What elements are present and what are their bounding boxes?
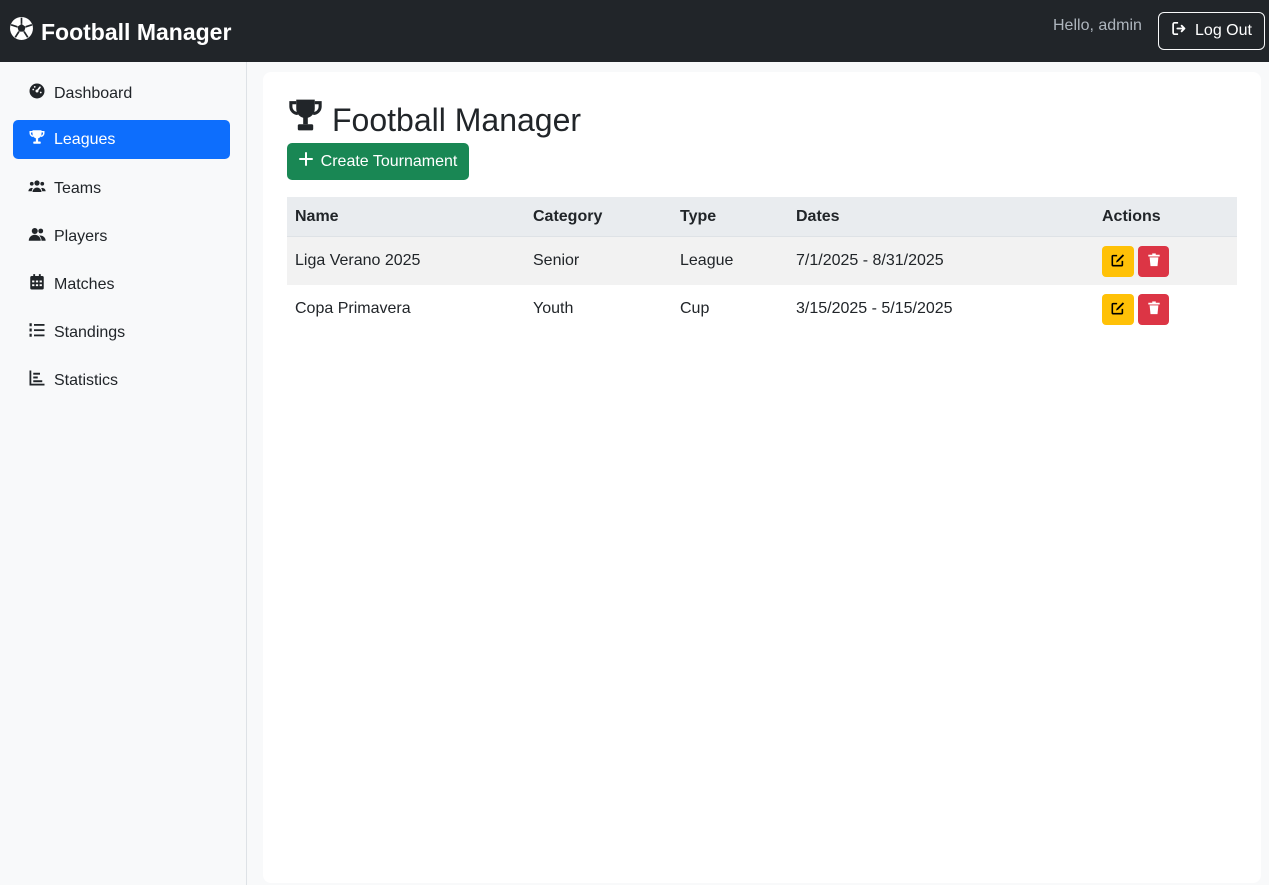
brand[interactable]: Football Manager [9,16,231,48]
top-navbar: Football Manager Hello, admin Log Out [0,0,1269,62]
header-dates: Dates [796,207,840,225]
sidebar-item-statistics[interactable]: Statistics [13,361,230,400]
trophy-icon [28,128,46,151]
edit-button[interactable] [1102,293,1134,325]
sidebar-item-matches[interactable]: Matches [13,265,230,304]
sidebar-item-players[interactable]: Players [13,217,230,256]
cell-actions [1102,237,1169,285]
create-tournament-button[interactable]: Create Tournament [287,143,469,180]
header-actions: Actions [1102,207,1161,225]
sidebar-item-label: Statistics [54,371,119,389]
cell-actions [1102,285,1169,333]
sidebar-item-label: Players [54,227,108,245]
soccer-ball-icon [9,16,34,48]
list-ol-icon [28,321,46,344]
cell-name: Copa Primavera [295,300,411,317]
logout-button[interactable]: Log Out [1158,12,1265,50]
cell-category: Youth [533,300,574,317]
sidebar-item-label: Dashboard [54,84,133,102]
calendar-icon [28,273,46,296]
sidebar-item-standings[interactable]: Standings [13,313,230,352]
header-type: Type [680,207,717,225]
table-header: Name Category Type Dates Actions [287,197,1237,237]
brand-label: Football Manager [41,19,232,45]
sidebar-item-label: Matches [54,275,115,293]
table-row: Liga Verano 2025 Senior League 7/1/2025 … [287,237,1237,285]
header-category: Category [533,207,603,225]
create-tournament-label: Create Tournament [320,152,458,170]
delete-button[interactable] [1138,293,1169,325]
cell-type: Cup [680,300,710,317]
sidebar-item-dashboard[interactable]: Dashboard [13,74,230,113]
sign-out-icon [1171,20,1188,42]
page-title-text: Football Manager [332,101,582,138]
table-row: Copa Primavera Youth Cup 3/15/2025 - 5/1… [287,285,1237,333]
edit-icon [1111,253,1125,270]
trash-icon [1147,252,1161,270]
plus-icon [298,152,313,171]
user-group-icon [28,225,46,248]
cell-dates: 3/15/2025 - 5/15/2025 [796,300,953,317]
edit-icon [1111,301,1125,318]
cell-dates: 7/1/2025 - 8/31/2025 [796,252,944,269]
edit-button[interactable] [1102,245,1134,277]
sidebar-item-teams[interactable]: Teams [13,169,230,208]
main-card [263,72,1261,883]
sidebar: Dashboard Leagues Teams Players Matches … [0,62,247,885]
cell-name: Liga Verano 2025 [295,252,421,269]
users-icon [28,177,46,200]
header-name: Name [295,207,339,225]
trophy-icon [287,98,324,141]
sidebar-item-label: Leagues [54,130,116,148]
cell-type: League [680,252,734,269]
sidebar-item-leagues[interactable]: Leagues [13,120,230,159]
delete-button[interactable] [1138,245,1169,277]
cell-category: Senior [533,252,580,269]
tournaments-table: Name Category Type Dates Actions Liga Ve… [287,197,1237,333]
greeting-text: Hello, admin [1053,17,1142,34]
page-title: Football Manager [287,98,581,141]
trash-icon [1147,300,1161,318]
chart-bar-icon [28,369,46,392]
sidebar-item-label: Teams [54,179,102,197]
gauge-icon [28,82,46,105]
logout-label: Log Out [1195,22,1252,39]
sidebar-item-label: Standings [54,323,126,341]
